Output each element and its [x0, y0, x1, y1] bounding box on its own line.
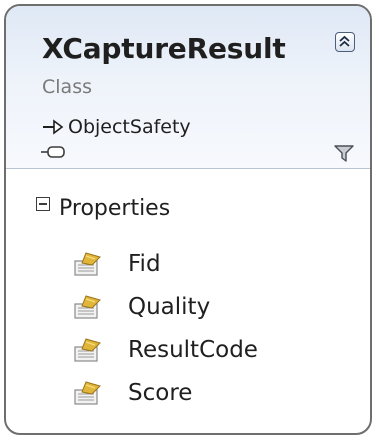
class-name[interactable]: XCaptureResult [42, 32, 286, 65]
properties-section-label: Properties [59, 195, 171, 221]
class-stereotype: Class [42, 76, 92, 98]
funnel-filter-icon[interactable] [334, 145, 354, 163]
class-header: XCaptureResult Class ObjectSafety [6, 6, 370, 169]
property-label: Score [128, 379, 193, 406]
base-type-row: ObjectSafety [42, 115, 191, 139]
property-item-score[interactable]: Score [72, 371, 352, 414]
properties-list: Fid Quality ResultCode Score [72, 242, 352, 414]
property-icon [74, 251, 101, 276]
properties-section-header[interactable]: Properties [36, 194, 170, 222]
property-label: Fid [128, 250, 161, 277]
property-icon [74, 337, 101, 362]
property-item-resultcode[interactable]: ResultCode [72, 328, 352, 371]
property-label: ResultCode [128, 336, 258, 363]
base-type-name: ObjectSafety [68, 116, 191, 138]
minus-box-icon[interactable] [36, 197, 50, 211]
property-item-quality[interactable]: Quality [72, 285, 352, 328]
property-icon [74, 294, 101, 319]
double-chevron-up-icon [339, 35, 350, 47]
property-icon [74, 380, 101, 405]
lollipop-interface-icon [41, 146, 65, 158]
property-item-fid[interactable]: Fid [72, 242, 352, 285]
collapse-button[interactable] [335, 32, 355, 52]
property-label: Quality [128, 293, 211, 320]
inheritance-arrow-icon [43, 119, 64, 135]
class-shape[interactable]: XCaptureResult Class ObjectSafety Proper… [4, 4, 372, 435]
